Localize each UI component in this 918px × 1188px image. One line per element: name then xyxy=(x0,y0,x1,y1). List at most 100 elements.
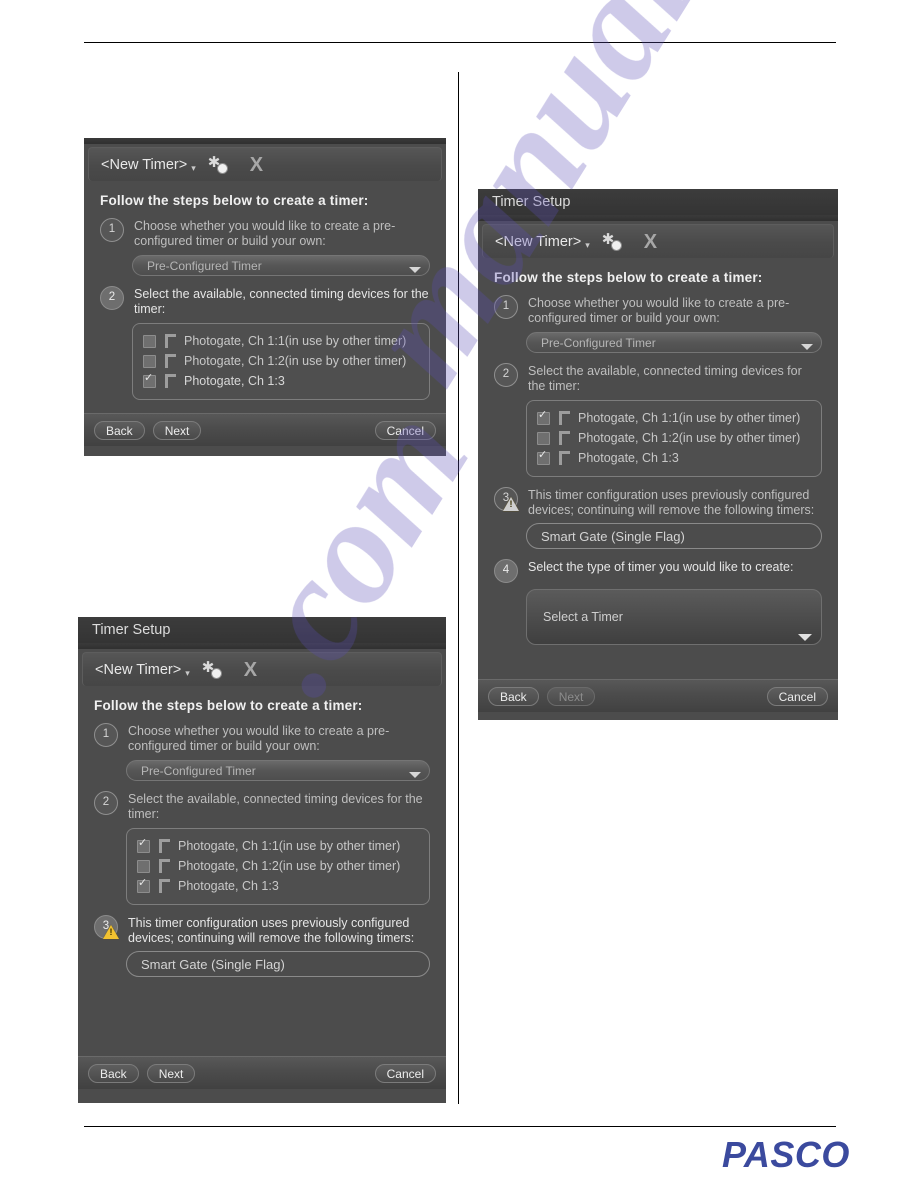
step-1: 1 Choose whether you would like to creat… xyxy=(100,218,430,249)
timer-tab[interactable]: <New Timer> ▾ ✱ X xyxy=(82,652,442,686)
back-button[interactable]: Back xyxy=(488,686,539,706)
device-label: Photogate, Ch 1:1(in use by other timer) xyxy=(578,411,801,425)
step-1-badge: 1 xyxy=(94,723,118,747)
timer-type-combobox[interactable]: Pre-Configured Timer xyxy=(526,332,822,353)
cancel-button[interactable]: Cancel xyxy=(374,420,436,440)
cancel-button[interactable]: Cancel xyxy=(766,686,828,706)
chevron-down-icon[interactable]: ▾ xyxy=(185,668,190,679)
step-3-badge: 3 xyxy=(494,487,519,511)
step-2: 2 Select the available, connected timing… xyxy=(94,791,430,822)
device-checkbox[interactable] xyxy=(143,354,156,368)
chevron-down-icon[interactable] xyxy=(409,267,421,273)
step-2: 2 Select the available, connected timing… xyxy=(494,363,822,394)
next-button[interactable]: Next xyxy=(546,686,596,706)
timer-tab[interactable]: <New Timer> ▾ ✱ X xyxy=(88,147,442,181)
list-item[interactable]: Photogate, Ch 1:2(in use by other timer) xyxy=(137,856,419,876)
tab-strip xyxy=(84,138,446,144)
pasco-logo: PASCO xyxy=(722,1134,850,1175)
photogate-icon xyxy=(559,451,570,465)
new-timer-icon[interactable]: ✱ xyxy=(602,232,624,252)
device-listbox: Photogate, Ch 1:1(in use by other timer)… xyxy=(526,400,822,477)
list-item[interactable]: Photogate, Ch 1:1(in use by other timer) xyxy=(143,331,419,351)
list-item[interactable]: Photogate, Ch 1:1(in use by other timer) xyxy=(137,836,419,856)
device-checkbox[interactable] xyxy=(143,373,156,388)
step-2-badge: 2 xyxy=(494,363,518,387)
step-3-text: This timer configuration uses previously… xyxy=(528,488,815,517)
timer-setup-dialog-right: Timer Setup <New Timer> ▾ ✱ X Follow the… xyxy=(478,189,838,720)
dialog-body: Follow the steps below to create a timer… xyxy=(78,686,446,977)
timer-type-combobox[interactable]: Pre-Configured Timer xyxy=(132,255,430,276)
page-header-rule xyxy=(84,42,836,43)
new-timer-icon[interactable]: ✱ xyxy=(208,155,230,175)
tab-strip xyxy=(78,643,446,649)
device-checkbox[interactable] xyxy=(537,410,550,425)
chevron-down-icon[interactable]: ▾ xyxy=(585,240,590,251)
step-2-text: Select the available, connected timing d… xyxy=(134,287,429,316)
timer-setup-dialog-top-left: Timer Setup <New Timer> ▾ ✱ X Follow the… xyxy=(84,138,446,456)
next-button[interactable]: Next xyxy=(152,420,202,440)
timer-type-value: Pre-Configured Timer xyxy=(541,335,656,350)
dialog-heading: Follow the steps below to create a timer… xyxy=(94,698,363,713)
step-4-text: Select the type of timer you would like … xyxy=(528,560,794,574)
device-checkbox[interactable] xyxy=(137,859,150,873)
removed-timers-field: Smart Gate (Single Flag) xyxy=(126,951,430,977)
dialog-body: Follow the steps below to create a timer… xyxy=(84,181,446,400)
step-1-badge: 1 xyxy=(100,218,124,242)
dialog-heading: Follow the steps below to create a timer… xyxy=(100,193,369,208)
list-item[interactable]: Photogate, Ch 1:3 xyxy=(137,876,419,896)
step-1: 1 Choose whether you would like to creat… xyxy=(94,723,430,754)
timer-tab[interactable]: <New Timer> ▾ ✱ X xyxy=(482,224,834,258)
device-label: Photogate, Ch 1:2(in use by other timer) xyxy=(184,354,407,368)
sparkle-dot xyxy=(610,239,622,251)
timer-kind-select[interactable]: Select a Timer xyxy=(526,589,822,645)
step-2-badge: 2 xyxy=(94,791,118,815)
step-2-text: Select the available, connected timing d… xyxy=(128,792,423,821)
device-label: Photogate, Ch 1:3 xyxy=(578,451,679,465)
chevron-down-icon[interactable] xyxy=(798,634,812,641)
device-listbox: Photogate, Ch 1:1(in use by other timer)… xyxy=(126,828,430,905)
step-3: 3 This timer configuration uses previous… xyxy=(94,915,430,946)
dialog-footer: Back Next Cancel xyxy=(478,679,838,712)
photogate-icon xyxy=(165,374,176,388)
list-item[interactable]: Photogate, Ch 1:3 xyxy=(537,448,811,468)
list-item[interactable]: Photogate, Ch 1:1(in use by other timer) xyxy=(537,408,811,428)
dialog-body: Follow the steps below to create a timer… xyxy=(478,258,838,645)
chevron-down-icon[interactable]: ▾ xyxy=(191,163,196,174)
photogate-icon xyxy=(159,839,170,853)
tab-label: <New Timer> xyxy=(95,661,182,678)
step-1-text: Choose whether you would like to create … xyxy=(528,296,790,325)
back-button[interactable]: Back xyxy=(88,1063,139,1083)
device-checkbox[interactable] xyxy=(537,431,550,445)
close-icon[interactable]: X xyxy=(644,232,657,252)
tab-strip xyxy=(478,215,838,221)
photogate-icon xyxy=(559,431,570,445)
chevron-down-icon[interactable] xyxy=(409,772,421,778)
chevron-down-icon[interactable] xyxy=(801,344,813,350)
device-label: Photogate, Ch 1:1(in use by other timer) xyxy=(178,839,401,853)
cancel-button[interactable]: Cancel xyxy=(374,1063,436,1083)
sparkle-dot xyxy=(210,667,222,679)
device-label: Photogate, Ch 1:3 xyxy=(184,374,285,388)
device-label: Photogate, Ch 1:3 xyxy=(178,879,279,893)
step-3-text: This timer configuration uses previously… xyxy=(128,916,415,945)
photogate-icon xyxy=(165,354,176,368)
device-label: Photogate, Ch 1:1(in use by other timer) xyxy=(184,334,407,348)
close-icon[interactable]: X xyxy=(244,660,257,680)
device-checkbox[interactable] xyxy=(137,838,150,853)
timer-type-value: Pre-Configured Timer xyxy=(141,763,256,778)
back-button[interactable]: Back xyxy=(94,420,145,440)
list-item[interactable]: Photogate, Ch 1:3 xyxy=(143,371,419,391)
next-button[interactable]: Next xyxy=(146,1063,196,1083)
close-icon[interactable]: X xyxy=(250,155,263,175)
device-listbox: Photogate, Ch 1:1(in use by other timer)… xyxy=(132,323,430,400)
new-timer-icon[interactable]: ✱ xyxy=(202,660,224,680)
photogate-icon xyxy=(559,411,570,425)
step-4: 4 Select the type of timer you would lik… xyxy=(494,559,822,583)
device-checkbox[interactable] xyxy=(143,334,156,348)
device-checkbox[interactable] xyxy=(137,878,150,893)
timer-type-combobox[interactable]: Pre-Configured Timer xyxy=(126,760,430,781)
list-item[interactable]: Photogate, Ch 1:2(in use by other timer) xyxy=(143,351,419,371)
list-item[interactable]: Photogate, Ch 1:2(in use by other timer) xyxy=(537,428,811,448)
warning-icon xyxy=(503,497,519,511)
device-checkbox[interactable] xyxy=(537,450,550,465)
